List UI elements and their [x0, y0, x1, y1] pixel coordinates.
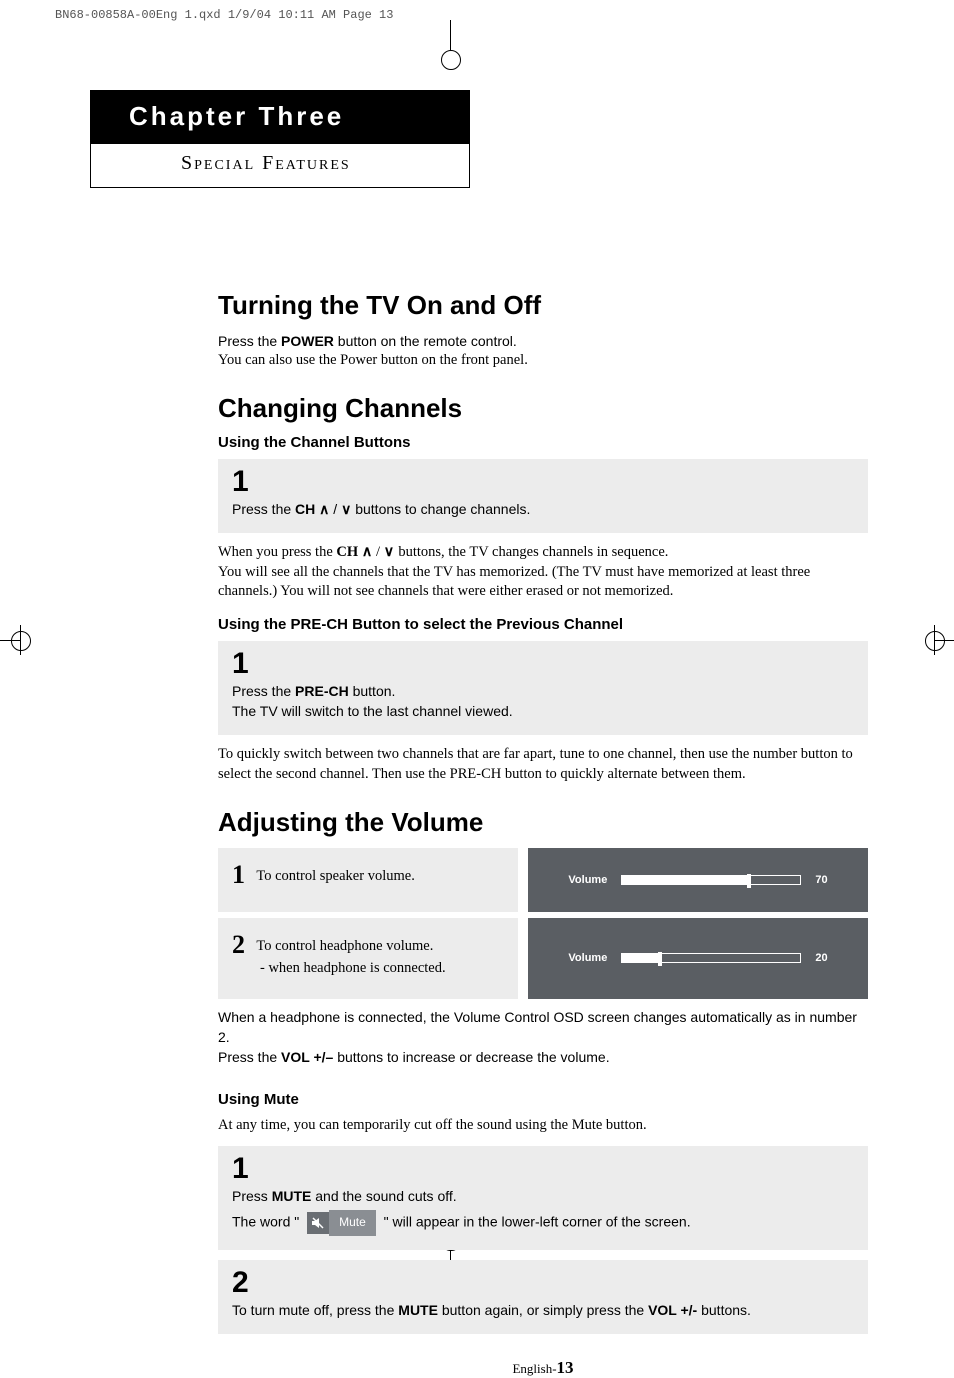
text-power-remote: Press the POWER button on the remote con… [218, 331, 868, 351]
volume-osd-speaker: Volume 70 [528, 848, 868, 912]
osd-value: 20 [815, 952, 827, 964]
text-volume-buttons: Press the VOL +/– buttons to increase or… [218, 1047, 868, 1067]
subheading-mute: Using Mute [218, 1091, 868, 1108]
crop-mark-top [450, 20, 451, 50]
step-text: The TV will switch to the last channel v… [232, 701, 854, 721]
osd-label: Volume [568, 874, 607, 886]
step-text: Press the CH ∧ / ∨ buttons to change cha… [232, 499, 854, 519]
page-content: Chapter Three Special Features Turning t… [90, 90, 870, 1378]
step-number: 1 [232, 467, 854, 497]
step-number: 1 [232, 649, 854, 679]
step-number: 1 [232, 860, 245, 889]
chevron-up-icon: ∧ [362, 544, 373, 560]
subheading-prech: Using the PRE-CH Button to select the Pr… [218, 616, 868, 633]
mute-badge: Mute [307, 1210, 376, 1235]
step-box-ch-buttons: 1 Press the CH ∧ / ∨ buttons to change c… [218, 459, 868, 533]
volume-osd-headphone: Volume 20 [528, 918, 868, 999]
step-text: The word " Mute " will appear in the low… [232, 1210, 854, 1235]
volume-row-headphone: 2 To control headphone volume. - when he… [218, 918, 868, 999]
volume-slider [621, 953, 801, 963]
mute-speaker-icon [307, 1212, 329, 1234]
chevron-down-icon: ∨ [341, 501, 355, 517]
text-volume-note: When a headphone is connected, the Volum… [218, 1007, 868, 1048]
step-text: To control headphone volume. [256, 938, 433, 954]
chevron-up-icon: ∧ [319, 501, 329, 517]
mute-badge-label: Mute [329, 1210, 376, 1235]
chapter-header-box: Chapter Three Special Features [90, 90, 470, 188]
volume-slider [621, 875, 801, 885]
step-text: To turn mute off, press the MUTE button … [232, 1300, 854, 1320]
heading-changing-channels: Changing Channels [218, 393, 868, 424]
heading-adjusting-volume: Adjusting the Volume [218, 807, 868, 838]
page-footer: English-13 [218, 1358, 868, 1378]
step-number: 2 [232, 1268, 854, 1298]
step-number: 2 [232, 930, 245, 959]
volume-row-speaker: 1 To control speaker volume. Volume 70 [218, 848, 868, 912]
text-prech-tip: To quickly switch between two channels t… [218, 745, 868, 784]
chapter-title: Chapter Three [91, 91, 469, 144]
text-ch-sequence: When you press the CH ∧ / ∨ buttons, the… [218, 543, 868, 563]
step-box-mute-on: 1 Press MUTE and the sound cuts off. The… [218, 1146, 868, 1250]
body-content: Turning the TV On and Off Press the POWE… [218, 188, 868, 1378]
step-text: Press the PRE-CH button. [232, 681, 854, 701]
text-ch-memorized: You will see all the channels that the T… [218, 563, 868, 602]
text-power-panel: You can also use the Power button on the… [218, 351, 868, 371]
print-job-header: BN68-00858A-00Eng 1.qxd 1/9/04 10:11 AM … [55, 8, 393, 22]
osd-value: 70 [815, 874, 827, 886]
heading-turning-on: Turning the TV On and Off [218, 290, 868, 321]
chapter-subtitle: Special Features [91, 144, 469, 187]
step-box-prech: 1 Press the PRE-CH button. The TV will s… [218, 641, 868, 736]
step-subtext: - when headphone is connected. [260, 960, 504, 977]
step-text: Press MUTE and the sound cuts off. [232, 1186, 854, 1206]
step-box-mute-off: 2 To turn mute off, press the MUTE butto… [218, 1260, 868, 1334]
osd-label: Volume [568, 952, 607, 964]
step-text: To control speaker volume. [256, 868, 414, 884]
step-number: 1 [232, 1154, 854, 1184]
subheading-channel-buttons: Using the Channel Buttons [218, 434, 868, 451]
chevron-down-icon: ∨ [384, 544, 399, 560]
text-mute-intro: At any time, you can temporarily cut off… [218, 1116, 868, 1136]
